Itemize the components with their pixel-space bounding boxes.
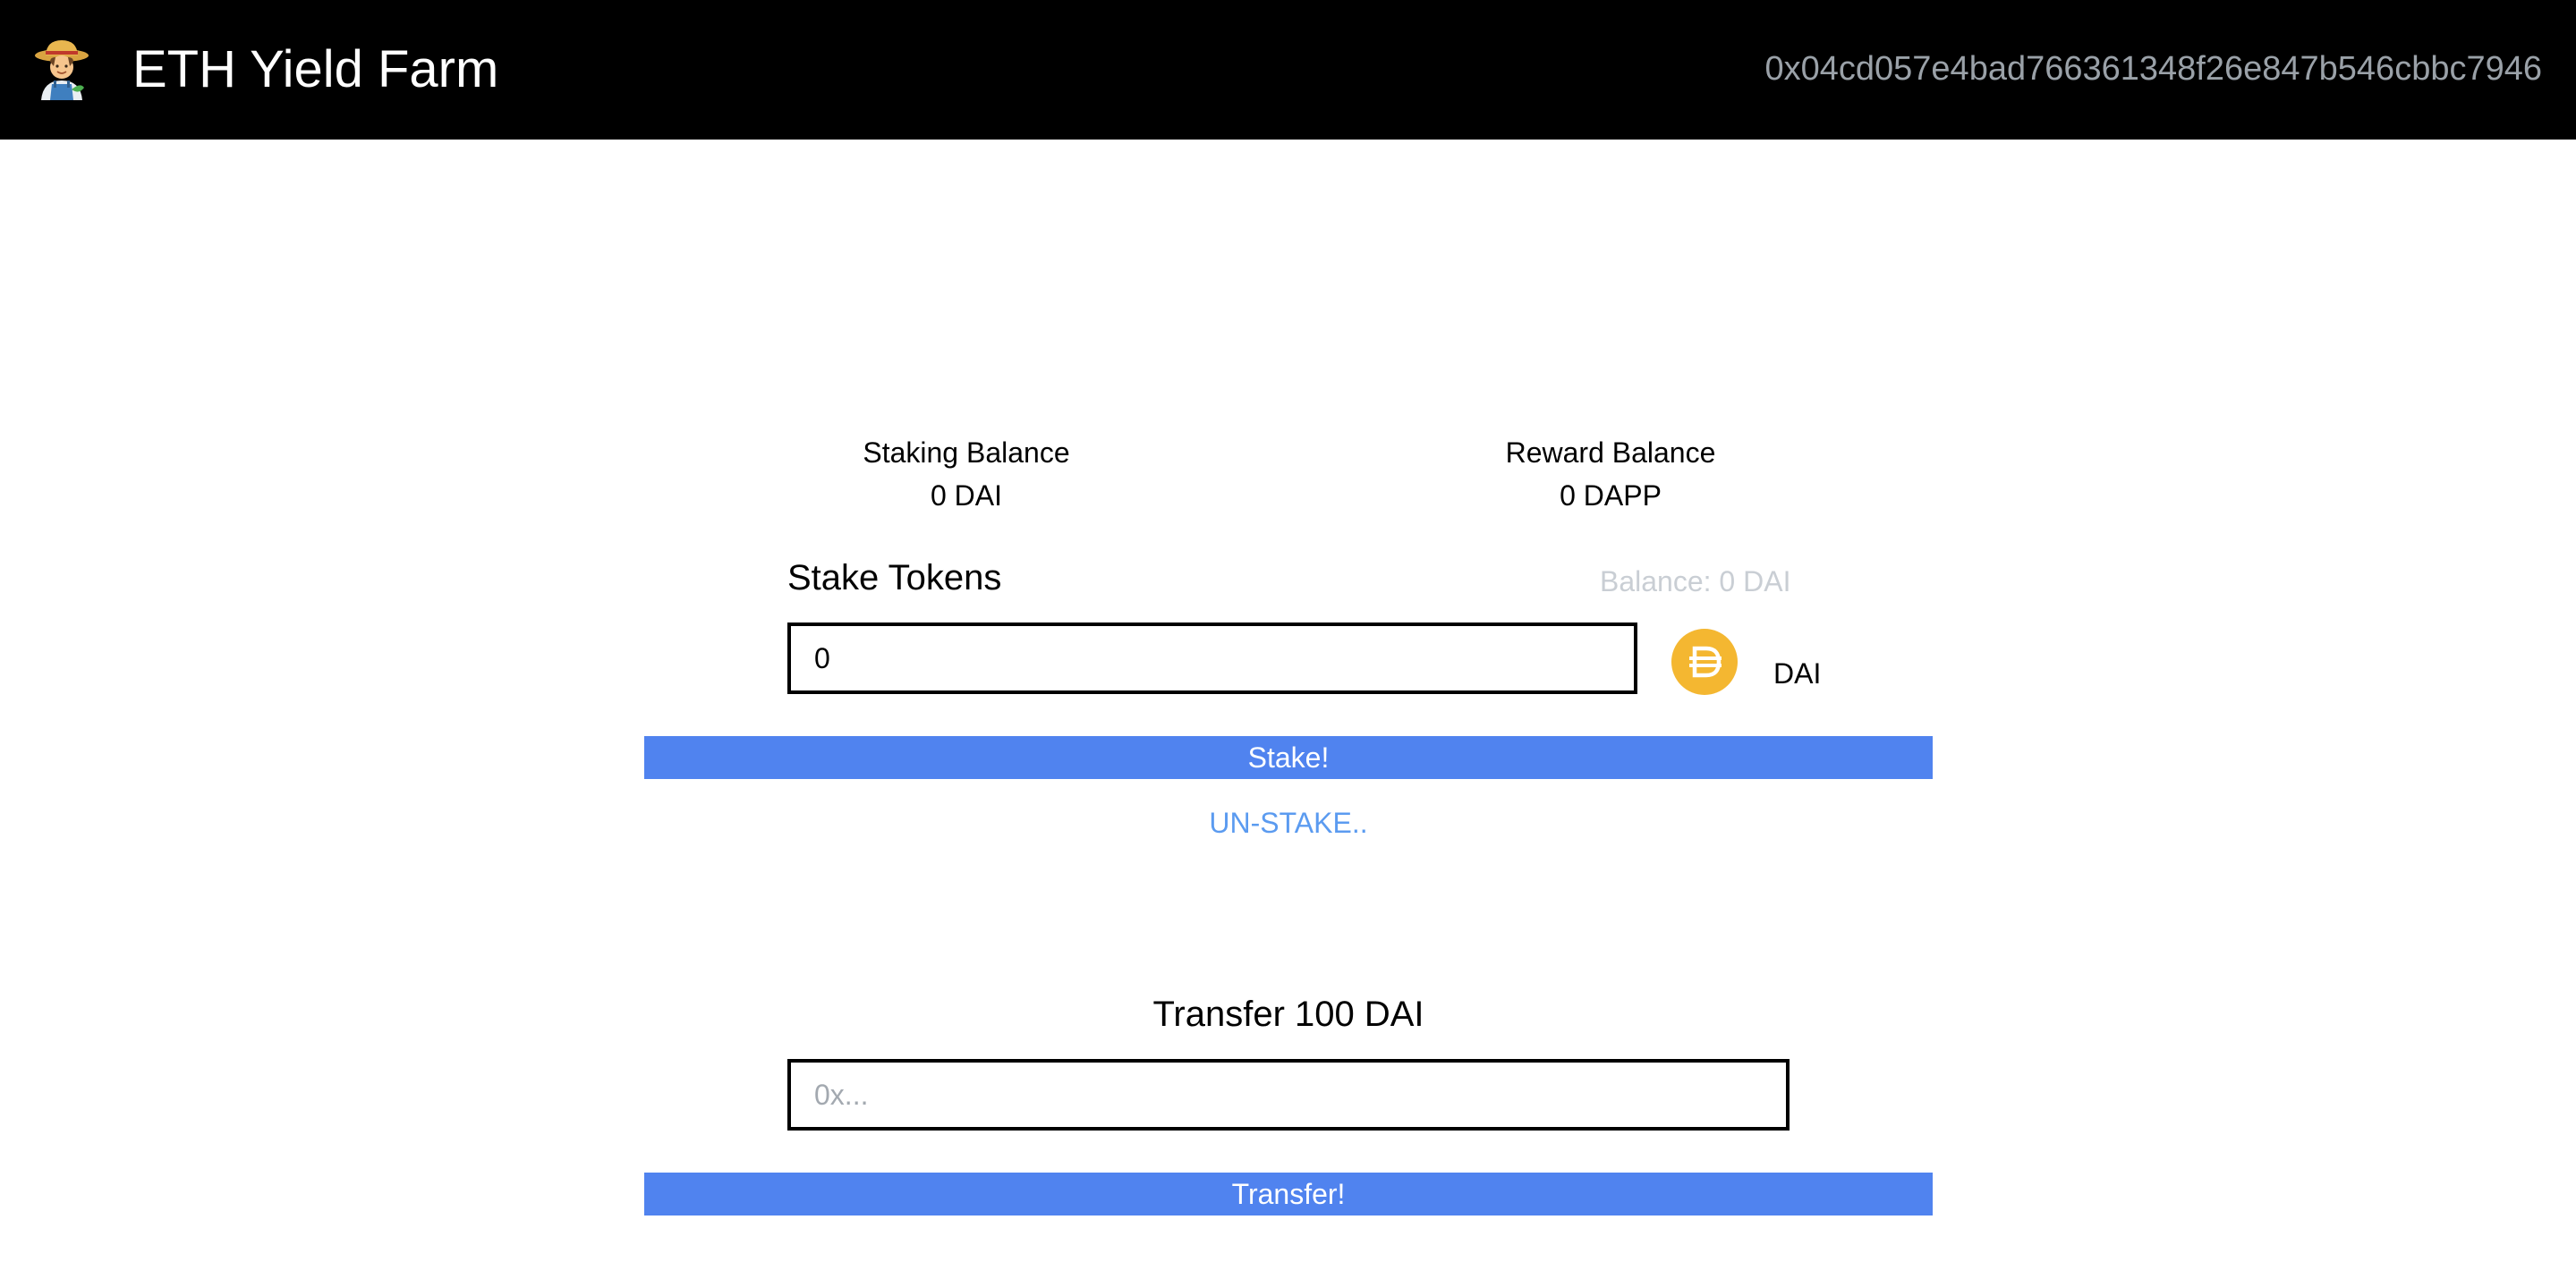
dai-token-icon (1671, 629, 1738, 695)
unstake-button[interactable]: UN-STAKE.. (644, 805, 1933, 841)
account-address: 0x04cd057e4bad766361348f26e847b546cbbc79… (1764, 50, 2542, 88)
farmer-icon (32, 38, 91, 100)
token-symbol: DAI (1773, 657, 1822, 690)
stake-amount-input[interactable] (787, 623, 1637, 694)
staking-balance-label: Staking Balance (863, 436, 1070, 469)
reward-balance-label: Reward Balance (1505, 436, 1716, 469)
app-title: ETH Yield Farm (132, 40, 499, 98)
wallet-balance: Balance: 0 DAI (1600, 565, 1791, 597)
transfer-button[interactable]: Transfer! (644, 1173, 1933, 1215)
stake-tokens-heading: Stake Tokens (787, 558, 1002, 597)
staking-balance-value: 0 DAI (930, 479, 1003, 512)
recipient-address-input[interactable] (787, 1059, 1790, 1131)
reward-balance-value: 0 DAPP (1560, 479, 1662, 512)
transfer-heading: Transfer 100 DAI (1152, 995, 1424, 1034)
stake-button[interactable]: Stake! (644, 736, 1933, 779)
navbar: ETH Yield Farm 0x04cd057e4bad766361348f2… (0, 0, 2576, 140)
